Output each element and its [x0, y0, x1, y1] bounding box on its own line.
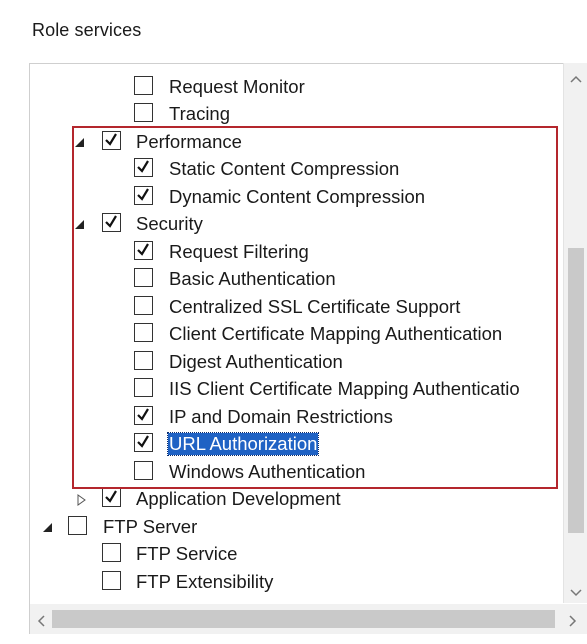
tree-item-label: FTP Server	[103, 516, 198, 537]
chevron-up-icon[interactable]	[570, 71, 582, 83]
tree-item-ftp-service[interactable]: FTP Service	[30, 541, 570, 568]
chevron-right-icon[interactable]	[568, 614, 578, 627]
tree-item-ftp-server[interactable]: FTP Server	[30, 514, 570, 541]
horizontal-scrollbar[interactable]	[30, 604, 587, 634]
tree-item-label: Tracing	[169, 103, 231, 124]
tree-item-application-development[interactable]: Application Development	[30, 486, 570, 513]
checkbox-ftp-server[interactable]	[68, 516, 87, 535]
checkmark-icon	[105, 490, 117, 503]
tree-item-label: FTP Extensibility	[136, 571, 274, 592]
horizontal-scroll-thumb[interactable]	[52, 610, 555, 628]
section-title: Role services	[32, 20, 142, 40]
tree-item-label: FTP Service	[136, 543, 238, 564]
vertical-scrollbar[interactable]	[563, 63, 587, 603]
tree-item-request-monitor[interactable]: Request Monitor	[30, 74, 570, 101]
vertical-scroll-thumb[interactable]	[568, 248, 584, 533]
tree-item-label: Application Development	[136, 488, 341, 509]
tree-item-ftp-extensibility[interactable]: FTP Extensibility	[30, 569, 570, 596]
triangle-expanded-icon[interactable]	[42, 521, 54, 533]
triangle-collapsed-icon[interactable]	[76, 493, 88, 506]
tree-item-label: Request Monitor	[169, 76, 305, 97]
checkbox-ftp-extensibility[interactable]	[102, 571, 121, 590]
highlight-box	[72, 126, 558, 489]
tree-item-tracing[interactable]: Tracing	[30, 101, 570, 128]
chevron-left-icon[interactable]	[36, 614, 46, 627]
checkbox-request-monitor[interactable]	[134, 76, 153, 95]
checkbox-tracing[interactable]	[134, 103, 153, 122]
checkbox-application-development[interactable]	[102, 488, 121, 507]
chevron-down-icon[interactable]	[570, 585, 582, 597]
checkbox-ftp-service[interactable]	[102, 543, 121, 562]
